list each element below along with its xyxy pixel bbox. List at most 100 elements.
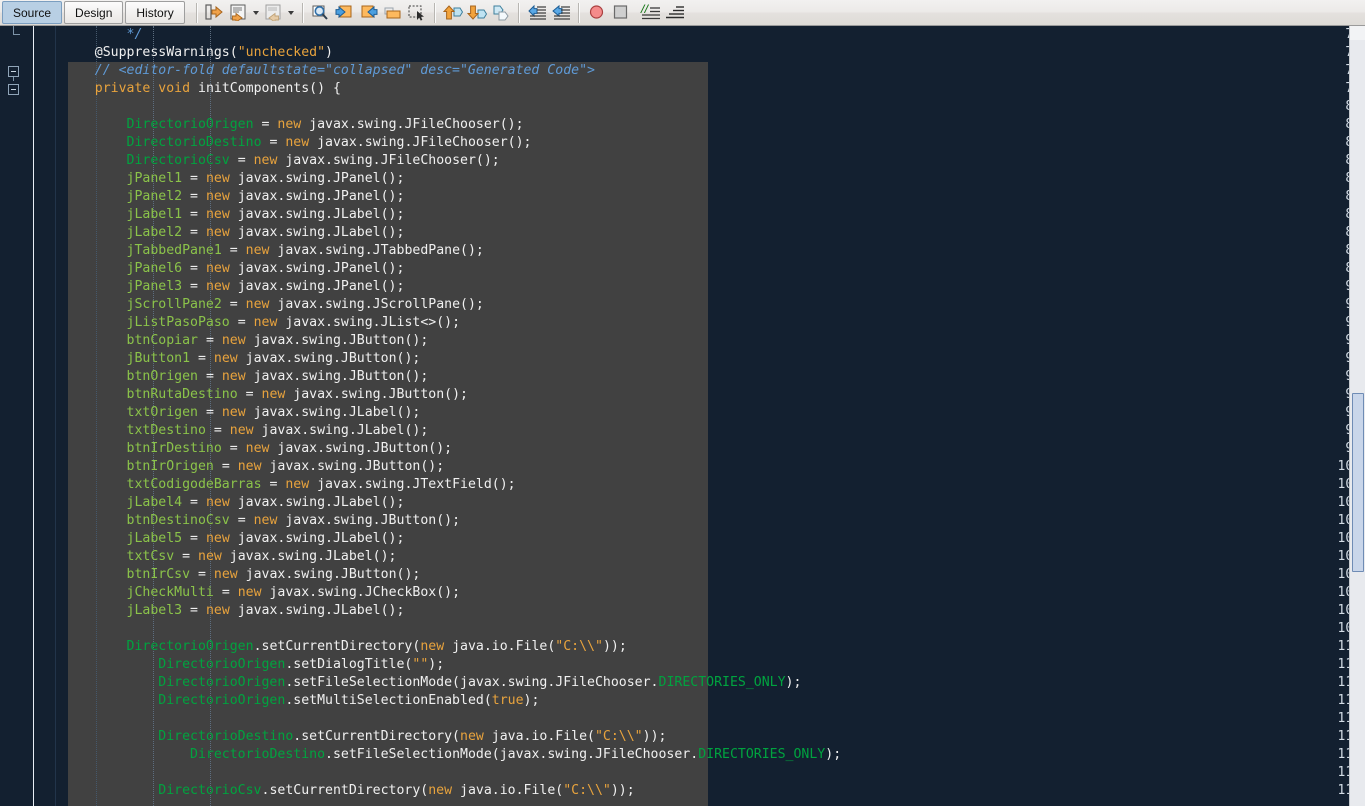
back-navigation-dropdown-caret-down-icon[interactable]: [251, 2, 262, 24]
shift-line-left-arrow-icon[interactable]: [525, 2, 549, 24]
code-line[interactable]: btnDestinoCsv = new javax.swing.JButton(…: [63, 512, 461, 530]
code-token: new: [198, 549, 222, 564]
last-edit-icon[interactable]: [203, 2, 227, 24]
code-token: ): [325, 45, 333, 60]
code-line[interactable]: jListPasoPaso = new javax.swing.JList<>(…: [63, 314, 461, 332]
code-token: javax.swing.JLabel();: [229, 495, 405, 510]
code-token: DirectorioOrigen: [126, 117, 254, 132]
code-line[interactable]: jScrollPane2 = new javax.swing.JScrollPa…: [63, 296, 484, 314]
code-token: true: [491, 693, 524, 708]
source-editor[interactable]: */ @SuppressWarnings("unchecked") // <ed…: [0, 26, 1365, 806]
code-token: =: [182, 603, 206, 618]
code-token: javax.swing.JButton();: [245, 369, 429, 384]
vertical-scrollbar[interactable]: [1349, 26, 1365, 806]
code-token: new: [277, 117, 302, 132]
code-line[interactable]: jPanel6 = new javax.swing.JPanel();: [63, 260, 405, 278]
code-token: =: [190, 351, 214, 366]
code-line[interactable]: DirectorioOrigen.setFileSelectionMode(ja…: [63, 674, 801, 692]
code-token: =: [221, 441, 246, 456]
code-token: new: [205, 531, 230, 546]
toggle-rectangular-selection-icon[interactable]: [405, 2, 429, 24]
code-line[interactable]: txtCsv = new javax.swing.JLabel();: [63, 548, 397, 566]
code-line[interactable]: // <editor-fold defaultstate="collapsed"…: [63, 62, 595, 80]
code-token: */: [126, 27, 143, 42]
code-line[interactable]: jLabel4 = new javax.swing.JLabel();: [63, 494, 405, 512]
code-line[interactable]: jCheckMulti = new javax.swing.JCheckBox(…: [63, 584, 461, 602]
code-line[interactable]: jPanel2 = new javax.swing.JPanel();: [63, 188, 405, 206]
code-line[interactable]: btnIrOrigen = new javax.swing.JButton();: [63, 458, 445, 476]
tab-design[interactable]: Design: [64, 1, 124, 24]
code-line[interactable]: DirectorioOrigen.setCurrentDirectory(new…: [63, 638, 627, 656]
code-line[interactable]: DirectorioDestino.setFileSelectionMode(j…: [63, 746, 841, 764]
vertical-scrollbar-thumb[interactable]: [1352, 392, 1364, 572]
code-line[interactable]: jPanel3 = new javax.swing.JPanel();: [63, 278, 405, 296]
code-line[interactable]: jLabel2 = new javax.swing.JLabel();: [63, 224, 405, 242]
find-previous-arrow-left-icon[interactable]: [333, 2, 357, 24]
tab-source[interactable]: Source: [2, 1, 63, 24]
code-line[interactable]: btnRutaDestino = new javax.swing.JButton…: [63, 386, 468, 404]
next-bookmark-arrow-down-icon[interactable]: [465, 2, 489, 24]
toggle-bookmark-tag-icon[interactable]: [489, 2, 513, 24]
code-token: ));: [642, 729, 667, 744]
code-line[interactable]: jButton1 = new javax.swing.JButton();: [63, 350, 421, 368]
code-token: =: [221, 243, 246, 258]
code-token: javax.swing.JTextField();: [309, 477, 516, 492]
code-line[interactable]: btnOrigen = new javax.swing.JButton();: [63, 368, 429, 386]
code-line[interactable]: */: [63, 26, 143, 44]
code-token: btnRutaDestino: [126, 387, 238, 402]
code-line[interactable]: jLabel3 = new javax.swing.JLabel();: [63, 602, 405, 620]
code-line[interactable]: @SuppressWarnings("unchecked"): [63, 44, 333, 62]
code-line[interactable]: DirectorioOrigen = new javax.swing.JFile…: [63, 116, 524, 134]
stop-macro-recording-stop-icon[interactable]: [609, 2, 633, 24]
code-token: javax.swing.JFileChooser();: [277, 153, 500, 168]
code-line[interactable]: DirectorioOrigen.setMultiSelectionEnable…: [63, 692, 539, 710]
code-token: javax.swing.JButton();: [245, 333, 429, 348]
find-next-arrow-right-icon[interactable]: [357, 2, 381, 24]
code-token: new: [285, 477, 310, 492]
start-macro-recording-record-icon[interactable]: [585, 2, 609, 24]
code-line[interactable]: btnCopiar = new javax.swing.JButton();: [63, 332, 429, 350]
fold-handle-collapse-icon[interactable]: [8, 66, 19, 77]
code-token: .setCurrentDirectory(: [261, 783, 429, 798]
fold-handle-collapse-icon[interactable]: [8, 84, 19, 95]
forward-navigation-dropdown-caret-down-icon[interactable]: [286, 2, 297, 24]
previous-bookmark-arrow-up-icon[interactable]: [441, 2, 465, 24]
code-line[interactable]: DirectorioOrigen.setDialogTitle("");: [63, 656, 444, 674]
comment-lines-icon[interactable]: //: [639, 2, 663, 24]
code-token: =: [182, 531, 206, 546]
toggle-highlight-search-icon[interactable]: [381, 2, 405, 24]
code-line[interactable]: private void initComponents() {: [63, 80, 341, 98]
code-line[interactable]: DirectorioCsv.setCurrentDirectory(new ja…: [63, 782, 634, 800]
code-token: new: [205, 225, 230, 240]
code-line[interactable]: txtDestino = new javax.swing.JLabel();: [63, 422, 429, 440]
code-line[interactable]: txtOrigen = new javax.swing.JLabel();: [63, 404, 421, 422]
code-token: void: [158, 81, 191, 96]
back-navigation-icon[interactable]: [227, 2, 251, 24]
code-token: javax.swing.JList<>();: [277, 315, 461, 330]
code-text-area[interactable]: */ @SuppressWarnings("unchecked") // <ed…: [63, 26, 1365, 806]
code-line[interactable]: DirectorioDestino.setCurrentDirectory(ne…: [63, 728, 666, 746]
code-token: new: [237, 459, 262, 474]
find-selection-magnifier-icon[interactable]: [309, 2, 333, 24]
forward-navigation-icon[interactable]: [262, 2, 286, 24]
code-line[interactable]: jTabbedPane1 = new javax.swing.JTabbedPa…: [63, 242, 484, 260]
code-line[interactable]: DirectorioCsv = new javax.swing.JFileCho…: [63, 152, 500, 170]
code-line[interactable]: txtCodigodeBarras = new javax.swing.JTex…: [63, 476, 516, 494]
code-folding-column[interactable]: [34, 26, 63, 806]
shift-line-right-arrow-icon[interactable]: [549, 2, 573, 24]
code-line[interactable]: btnIrCsv = new javax.swing.JButton();: [63, 566, 421, 584]
code-line[interactable]: btnIrDestino = new javax.swing.JButton()…: [63, 440, 453, 458]
tab-history[interactable]: History: [125, 1, 185, 24]
code-token: javax.swing.JButton();: [237, 567, 421, 582]
uncomment-lines-icon[interactable]: [663, 2, 687, 24]
code-line[interactable]: jPanel1 = new javax.swing.JPanel();: [63, 170, 405, 188]
code-line[interactable]: jLabel1 = new javax.swing.JLabel();: [63, 206, 405, 224]
fold-column-divider: [55, 26, 56, 806]
code-line[interactable]: jLabel5 = new javax.swing.JLabel();: [63, 530, 405, 548]
code-token: DirectorioOrigen: [158, 693, 286, 708]
code-line[interactable]: DirectorioDestino = new javax.swing.JFil…: [63, 134, 532, 152]
